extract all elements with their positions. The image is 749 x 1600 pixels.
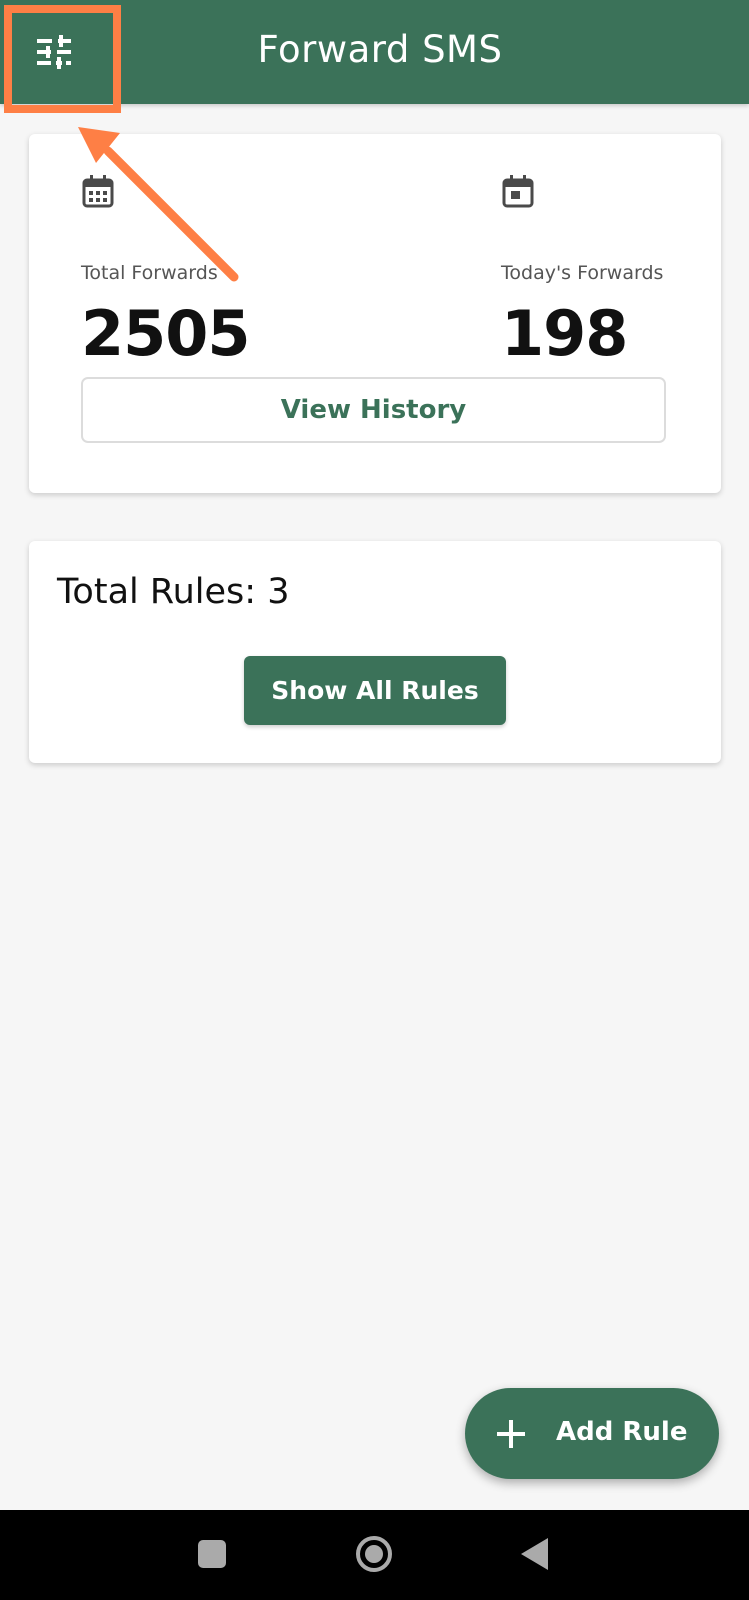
show-all-rules-button[interactable]: Show All Rules	[244, 656, 506, 725]
app-title: Forward SMS	[257, 28, 503, 71]
triangle-back-icon[interactable]	[520, 1538, 550, 1570]
todays-forwards-label: Today's Forwards	[501, 262, 664, 284]
add-rule-label: Add Rule	[556, 1417, 688, 1447]
total-forwards-value: 2505	[81, 297, 251, 370]
circle-home-icon[interactable]	[355, 1535, 393, 1573]
system-nav-bar	[0, 1510, 749, 1600]
todays-forwards-value: 198	[501, 297, 628, 370]
rules-card: Total Rules: 3 Show All Rules	[29, 541, 721, 763]
calendar-month-icon	[82, 175, 114, 208]
add-rule-button[interactable]: Add Rule	[465, 1388, 719, 1479]
calendar-today-icon	[502, 175, 534, 208]
total-forwards-label: Total Forwards	[81, 262, 218, 284]
forward-stats-card: Total Forwards 2505 Today's Forwards 198…	[29, 134, 721, 493]
total-rules-label: Total Rules: 3	[57, 572, 290, 612]
square-recents-icon[interactable]	[198, 1540, 226, 1568]
app-bar: Forward SMS	[0, 0, 749, 104]
view-history-button[interactable]: View History	[81, 377, 666, 443]
plus-icon	[497, 1420, 525, 1448]
